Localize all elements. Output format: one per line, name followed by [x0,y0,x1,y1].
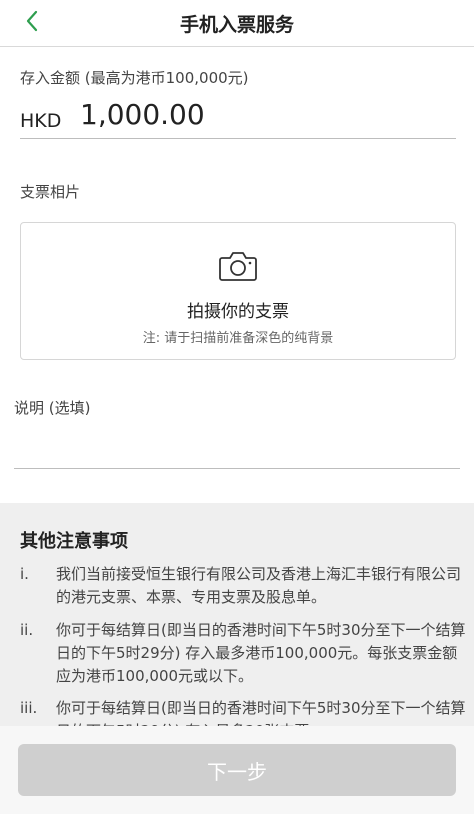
notes-title: 其他注意事项 [20,531,128,552]
page-title: 手机入票服务 [179,14,294,36]
remark-underline [14,468,460,469]
photo-title: 拍摄你的支票 [187,302,289,322]
note-text: 你可于每结算日(即当日的香港时间下午5时30分至下一个结算日的下午5时29分) … [56,621,466,685]
camera-icon [219,252,257,281]
currency-code: HKD [20,110,62,132]
note-number: iii. [20,699,38,717]
remark-input[interactable] [14,424,460,464]
note-number: i. [20,565,29,583]
footer-bar: 下一步 [0,726,474,814]
header-bar: 手机入票服务 [0,0,474,47]
note-text: 我们当前接受恒生银行有限公司及香港上海汇丰银行有限公司的港元支票、本票、专用支票… [56,565,462,606]
take-photo-button[interactable]: 拍摄你的支票 注: 请于扫描前准备深色的纯背景 [20,222,456,360]
amount-input[interactable]: 1,000.00 [80,98,205,131]
amount-underline [20,138,456,139]
remark-label: 说明 (选填) [14,399,91,417]
photo-label: 支票相片 [20,183,81,201]
next-button[interactable]: 下一步 [18,744,456,796]
amount-label: 存入金额 (最高为港币100,000元) [20,69,249,87]
note-number: ii. [20,621,34,639]
photo-hint: 注: 请于扫描前准备深色的纯背景 [142,331,334,346]
